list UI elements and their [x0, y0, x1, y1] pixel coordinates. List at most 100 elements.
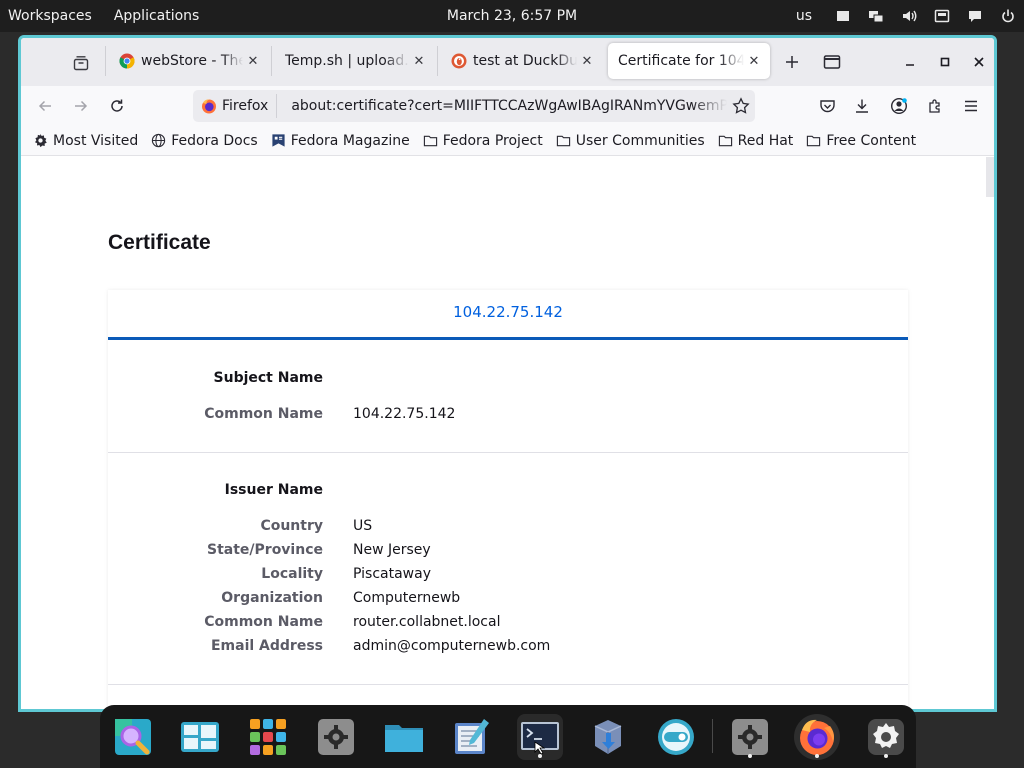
- bookmark-star-button[interactable]: [727, 92, 755, 120]
- bookmark-label: Most Visited: [53, 132, 139, 149]
- field-value: 104.22.75.142: [353, 406, 456, 422]
- forward-button[interactable]: [67, 92, 95, 120]
- cert-field-row: Organization Computernewb: [108, 590, 908, 610]
- dock-search-app[interactable]: [110, 714, 156, 760]
- url-text[interactable]: about:certificate?cert=MIIFTTCCAzWgAwIBA…: [277, 98, 727, 114]
- tab-separator: [437, 46, 438, 76]
- pocket-icon: [819, 100, 835, 113]
- dock-app-grid[interactable]: [245, 714, 291, 760]
- screen-icon[interactable]: [835, 8, 851, 24]
- running-indicator: [884, 754, 888, 758]
- url-bar[interactable]: Firefox about:certificate?cert=MIIFTTCCA…: [193, 90, 755, 122]
- dock-settings-app[interactable]: [313, 714, 359, 760]
- text-editor-icon: [455, 719, 489, 754]
- maximize-icon: [940, 57, 950, 67]
- bookmark-user-communities[interactable]: User Communities: [556, 133, 705, 149]
- applications-menu[interactable]: Applications: [114, 8, 200, 24]
- close-icon: [974, 57, 984, 67]
- power-icon[interactable]: [1000, 8, 1016, 24]
- dock-text-editor-app[interactable]: [449, 714, 495, 760]
- dock-firefox-app[interactable]: [794, 714, 840, 760]
- hamburger-menu-icon: [965, 100, 977, 112]
- workspaces-menu[interactable]: Workspaces: [8, 8, 92, 24]
- folder-icon: [556, 135, 570, 147]
- network-icon[interactable]: [868, 8, 884, 24]
- tab-temp-sh[interactable]: Temp.sh | upload.sh ✕: [275, 43, 435, 79]
- folder-icon: [385, 725, 423, 752]
- tab-webstore[interactable]: webStore - The store of ✕: [109, 43, 269, 79]
- bookmark-label: User Communities: [575, 132, 705, 149]
- bookmark-fedora-project[interactable]: Fedora Project: [423, 133, 543, 149]
- page-scrollbar[interactable]: [986, 157, 994, 197]
- site-identity-label: Firefox: [222, 98, 269, 114]
- back-button[interactable]: [31, 92, 59, 120]
- gear-icon: [318, 719, 354, 755]
- bookmark-red-hat[interactable]: Red Hat: [718, 133, 793, 149]
- maximize-button[interactable]: [933, 50, 957, 74]
- folder-icon: [807, 135, 821, 147]
- tab-list-button[interactable]: [67, 50, 95, 76]
- bookmarks-toolbar: Most Visited Fedora Docs Fedora Magazine…: [21, 126, 994, 156]
- settings-gear-icon: [868, 719, 904, 755]
- running-indicator: [538, 754, 542, 758]
- bookmark-free-content[interactable]: Free Content: [806, 133, 916, 149]
- dock-toggle-app[interactable]: [653, 714, 699, 760]
- arrow-right-icon: [75, 100, 88, 112]
- keyboard-layout-indicator[interactable]: us: [796, 8, 812, 24]
- dock-files-app[interactable]: [381, 714, 427, 760]
- dock-workspaces-app[interactable]: [177, 714, 223, 760]
- close-tab-icon[interactable]: ✕: [411, 53, 427, 69]
- cert-field-row: Country US: [108, 518, 908, 538]
- app-grid-icon: [250, 719, 286, 755]
- bookmark-label: Fedora Docs: [171, 132, 258, 149]
- tab-duckduckgo[interactable]: test at DuckDuckGo ✕: [441, 43, 603, 79]
- field-value: Computernewb: [353, 590, 461, 606]
- toggle-icon: [658, 719, 694, 755]
- close-window-button[interactable]: [967, 50, 991, 74]
- dock-system-settings-app[interactable]: [863, 714, 909, 760]
- page-title: Certificate: [108, 231, 211, 254]
- tab-certificate[interactable]: Certificate for 104.22.75.142 ✕: [608, 43, 770, 79]
- bookmark-fedora-docs[interactable]: Fedora Docs: [151, 132, 258, 149]
- minimize-button[interactable]: [898, 50, 922, 74]
- account-button[interactable]: [885, 92, 913, 120]
- restore-window-button[interactable]: [820, 50, 844, 74]
- folder-icon: [718, 135, 732, 147]
- volume-icon[interactable]: [901, 8, 917, 24]
- section-title: Issuer Name: [224, 482, 323, 498]
- field-value: US: [353, 518, 373, 534]
- app-menu-button[interactable]: [957, 92, 985, 120]
- top-panel: Workspaces Applications March 23, 6:57 P…: [0, 0, 1024, 32]
- close-tab-icon[interactable]: ✕: [579, 53, 595, 69]
- pocket-button[interactable]: [813, 92, 841, 120]
- firefox-icon: [202, 99, 216, 114]
- dock-settings-app-2[interactable]: [727, 714, 773, 760]
- downloads-button[interactable]: [848, 92, 876, 120]
- bookmark-most-visited[interactable]: Most Visited: [33, 133, 138, 149]
- extensions-button[interactable]: [921, 92, 949, 120]
- gear-icon: [732, 719, 768, 755]
- field-label: Organization: [221, 590, 323, 606]
- field-value: router.collabnet.local: [353, 614, 501, 630]
- clock[interactable]: March 23, 6:57 PM: [447, 8, 577, 24]
- close-tab-icon[interactable]: ✕: [746, 53, 762, 69]
- tab-separator: [271, 46, 272, 76]
- bookmark-fedora-magazine[interactable]: Fedora Magazine: [271, 133, 410, 149]
- close-tab-icon[interactable]: ✕: [245, 53, 261, 69]
- folder-icon: [423, 135, 437, 147]
- chat-icon[interactable]: [967, 8, 983, 24]
- dock-software-install-app[interactable]: [585, 714, 631, 760]
- tab-separator: [105, 46, 106, 76]
- bookmark-label: Fedora Magazine: [290, 132, 410, 149]
- new-tab-button[interactable]: [780, 50, 804, 74]
- certificate-tab[interactable]: 104.22.75.142: [108, 290, 908, 340]
- notification-icon[interactable]: [934, 8, 950, 24]
- certificate-card: 104.22.75.142 Subject Name Common Name 1…: [108, 290, 908, 709]
- dock-terminal-app[interactable]: [517, 714, 563, 760]
- window-icon: [823, 55, 841, 69]
- cert-field-row: Email Address admin@computernewb.com: [108, 638, 908, 658]
- account-icon: [890, 97, 908, 115]
- site-identity-button[interactable]: Firefox: [193, 94, 278, 118]
- reload-button[interactable]: [103, 92, 131, 120]
- bookmark-label: Free Content: [826, 132, 917, 149]
